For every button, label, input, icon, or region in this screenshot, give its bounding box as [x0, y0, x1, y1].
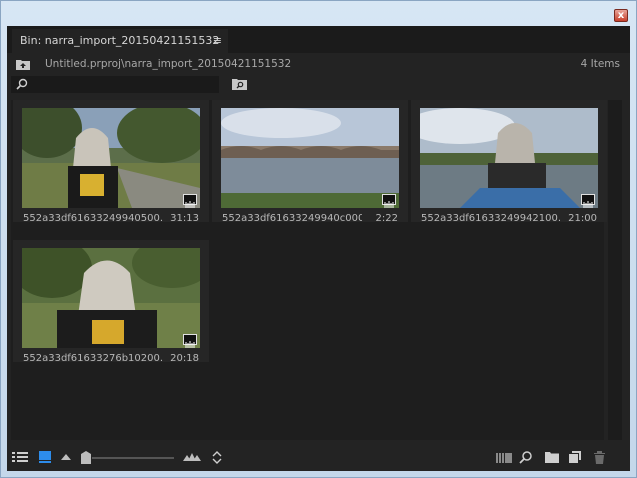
thumbnail-image-park	[22, 108, 200, 208]
new-search-bin-icon[interactable]	[232, 78, 247, 90]
find-icon[interactable]	[519, 451, 532, 464]
list-view-icon[interactable]	[12, 451, 28, 463]
panel-menu-icon[interactable]: ≡	[213, 29, 222, 53]
clip-duration: 2:22	[375, 213, 398, 224]
clear-icon[interactable]	[594, 451, 605, 464]
clip-name: 552a33df61633249940c0000...	[222, 213, 362, 224]
audio-video-badge-icon	[581, 194, 595, 208]
clip-grid: 552a33df61633249940500... 31:13 552a33df…	[11, 100, 607, 440]
zoom-large-icon[interactable]	[183, 453, 201, 461]
icon-view-icon[interactable]	[39, 451, 51, 463]
search-row	[7, 75, 630, 95]
zoom-slider[interactable]	[92, 457, 174, 459]
clip-duration: 20:18	[170, 353, 199, 364]
items-count: 4 Items	[580, 58, 620, 70]
clip-thumbnail[interactable]	[221, 108, 399, 208]
tab-bar: Bin: narra_import_20150421151532 ≡	[7, 26, 630, 53]
tab-bin[interactable]: Bin: narra_import_20150421151532 ≡	[12, 29, 228, 53]
audio-video-badge-icon	[183, 334, 197, 348]
clip-name: 552a33df61633249942100...	[421, 213, 561, 224]
path-row: Untitled.prproj\narra_import_20150421151…	[7, 53, 630, 75]
zoom-small-icon[interactable]	[61, 454, 71, 460]
thumbnail-image-boat	[420, 108, 598, 208]
bin-path: Untitled.prproj\narra_import_20150421151…	[45, 58, 292, 70]
clip-thumbnail[interactable]	[22, 108, 200, 208]
search-icon	[16, 78, 28, 90]
clip-thumbnail[interactable]	[22, 248, 200, 348]
thumbnail-image-river	[221, 108, 399, 208]
clip-duration: 21:00	[568, 213, 597, 224]
clip-card[interactable]: 552a33df61633276b10200... 20:18	[13, 240, 209, 364]
tab-title: Bin: narra_import_20150421151532	[20, 34, 220, 47]
search-input[interactable]	[11, 76, 219, 93]
sort-icon[interactable]	[212, 451, 222, 464]
bottom-toolbar	[7, 445, 630, 471]
clip-name: 552a33df61633249940500...	[23, 213, 163, 224]
new-item-icon[interactable]	[569, 451, 581, 463]
parent-folder-icon[interactable]	[16, 59, 30, 70]
thumbnail-image-portrait	[22, 248, 200, 348]
clip-thumbnail[interactable]	[420, 108, 598, 208]
clip-card[interactable]: 552a33df61633249940c0000... 2:22	[212, 100, 408, 224]
zoom-slider-handle[interactable]	[81, 451, 91, 464]
new-bin-icon[interactable]	[545, 452, 559, 463]
clip-duration: 31:13	[170, 213, 199, 224]
automate-to-sequence-icon[interactable]	[496, 453, 512, 463]
close-icon[interactable]: x	[614, 9, 628, 22]
project-bin-panel: Bin: narra_import_20150421151532 ≡ Untit…	[7, 26, 630, 471]
clip-name: 552a33df61633276b10200...	[23, 353, 163, 364]
vertical-scrollbar[interactable]	[608, 100, 622, 440]
audio-video-badge-icon	[183, 194, 197, 208]
audio-video-badge-icon	[382, 194, 396, 208]
clip-card[interactable]: 552a33df61633249940500... 31:13	[13, 100, 209, 224]
clip-card[interactable]: 552a33df61633249942100... 21:00	[411, 100, 607, 224]
